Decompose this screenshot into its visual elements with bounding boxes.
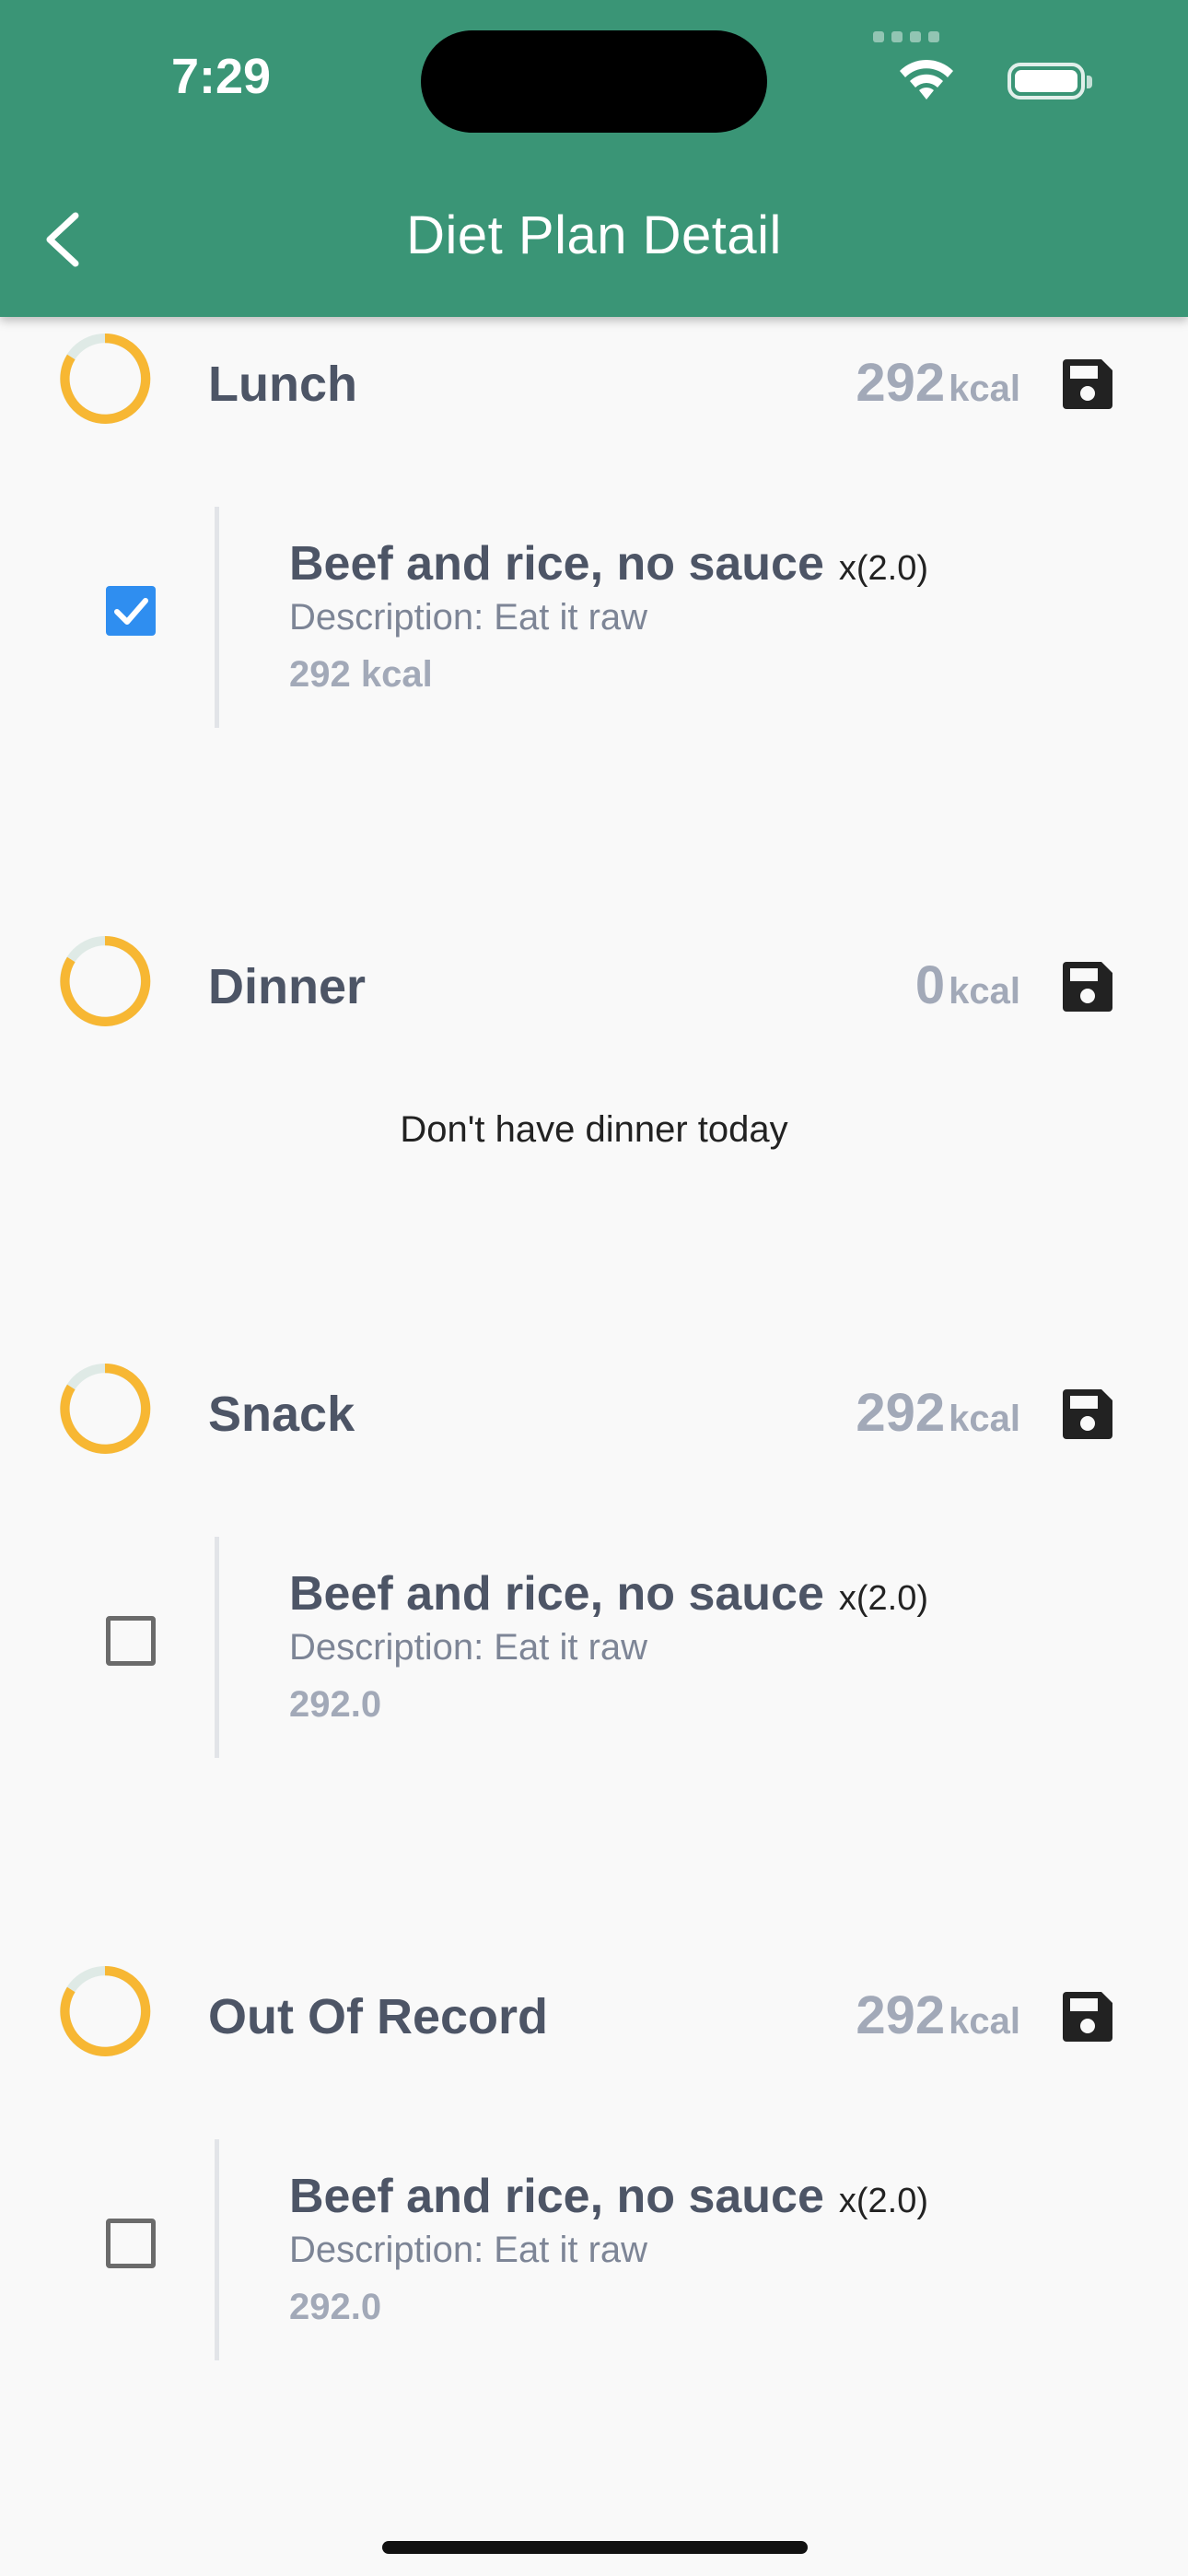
meal-title: Snack [208, 1387, 355, 1442]
save-icon[interactable] [1061, 1990, 1114, 2043]
list-item: Beef and rice, no sauce x(2.0) Descriptio… [0, 1537, 1188, 1758]
food-description: Description: Eat it raw [289, 597, 648, 638]
meal-section-out-of-record: Out Of Record 292 kcal Beef and rice, no … [0, 1964, 1188, 2360]
meal-title: Out Of Record [208, 1989, 549, 2044]
meal-title: Dinner [208, 959, 367, 1014]
item-divider [215, 1537, 219, 1758]
progress-ring-icon [60, 1364, 151, 1454]
meal-header: Out Of Record 292 kcal [0, 1964, 1188, 2075]
progress-ring-icon [60, 334, 151, 424]
meal-header: Dinner 0 kcal [0, 934, 1188, 1045]
food-description: Description: Eat it raw [289, 1627, 648, 1668]
save-icon[interactable] [1061, 1388, 1114, 1441]
item-checkbox[interactable] [106, 586, 156, 636]
food-kcal: 292.0 [289, 1684, 382, 1725]
list-item: Beef and rice, no sauce x(2.0) Descriptio… [0, 507, 1188, 728]
item-checkbox[interactable] [106, 1616, 156, 1666]
wifi-icon [900, 59, 953, 100]
save-icon[interactable] [1061, 960, 1114, 1013]
meal-section-snack: Snack 292 kcal Beef and rice, no sauce x(2… [0, 1362, 1188, 1758]
home-indicator[interactable] [382, 2541, 808, 2554]
food-quantity: x(2.0) [838, 2182, 929, 2220]
progress-ring-icon [60, 1966, 151, 2056]
meal-header: Snack 292 kcal [0, 1362, 1188, 1472]
item-checkbox[interactable] [106, 2219, 156, 2268]
progress-ring-icon [60, 936, 151, 1026]
meal-kcal: 292 kcal [856, 353, 1020, 413]
dynamic-island [421, 30, 767, 133]
list-item: Beef and rice, no sauce x(2.0) Descriptio… [0, 2139, 1188, 2360]
empty-message: Don't have dinner today [400, 1109, 788, 1150]
food-name: Beef and rice, no sauce x(2.0) [289, 2170, 929, 2223]
food-name: Beef and rice, no sauce x(2.0) [289, 1567, 929, 1621]
meal-section-lunch: Lunch 292 kcal Beef and rice, no sauce x(2… [0, 332, 1188, 728]
meal-header: Lunch 292 kcal [0, 332, 1188, 442]
food-description: Description: Eat it raw [289, 2230, 648, 2270]
food-name: Beef and rice, no sauce x(2.0) [289, 537, 929, 591]
save-icon[interactable] [1061, 357, 1114, 411]
app-bar: 7:29 Diet Plan Detail [0, 0, 1188, 317]
food-kcal: 292.0 [289, 2287, 382, 2327]
page-title: Diet Plan Detail [406, 205, 782, 265]
meal-kcal: 292 kcal [856, 1383, 1020, 1443]
status-time: 7:29 [171, 49, 272, 104]
food-quantity: x(2.0) [838, 1579, 929, 1618]
meal-kcal: 0 kcal [914, 955, 1020, 1015]
cellular-signal-icon [873, 31, 939, 42]
check-icon [114, 598, 148, 625]
food-quantity: x(2.0) [838, 549, 929, 588]
meal-title: Lunch [208, 357, 357, 412]
meal-kcal: 292 kcal [856, 1985, 1020, 2045]
item-divider [215, 2139, 219, 2360]
battery-icon [1007, 63, 1092, 100]
item-divider [215, 507, 219, 728]
status-icons [735, 57, 1092, 103]
meal-section-dinner: Dinner 0 kcal Don't have dinner today [0, 934, 1188, 1150]
food-kcal: 292 kcal [289, 654, 433, 695]
